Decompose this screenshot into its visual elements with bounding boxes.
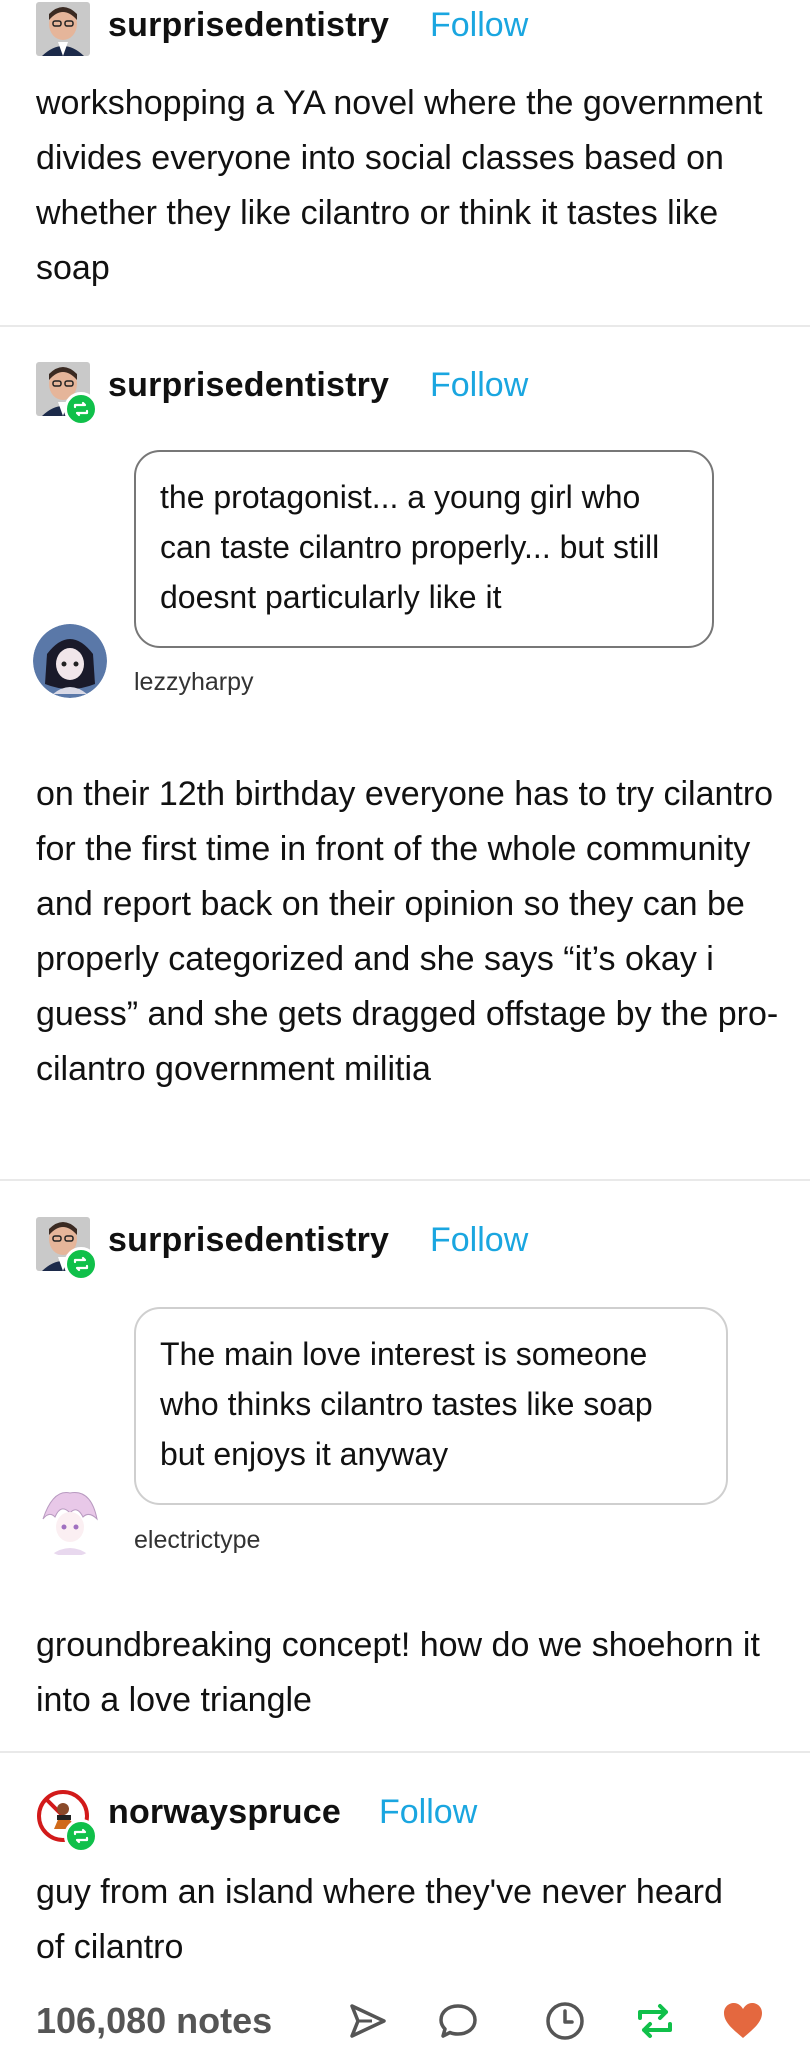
post-3: surprisedentistry Follow The main love i…	[0, 1181, 810, 1751]
asker-avatar[interactable]	[33, 1483, 107, 1557]
username[interactable]: surprisedentistry	[108, 6, 389, 45]
follow-button[interactable]: Follow	[430, 6, 528, 45]
username[interactable]: surprisedentistry	[108, 366, 389, 405]
post-footer: 106,080 notes	[0, 1990, 810, 2054]
asker-name[interactable]: lezzyharpy	[134, 668, 254, 697]
reply-icon[interactable]	[435, 1998, 481, 2044]
reblog-badge-icon	[64, 1247, 98, 1281]
post-body: on their 12th birthday everyone has to t…	[36, 775, 779, 1088]
asker-avatar[interactable]	[33, 624, 107, 698]
post-4: norwayspruce Follow guy from an island w…	[0, 1753, 810, 1988]
post-body: workshopping a YA novel where the govern…	[36, 84, 763, 287]
post-body: guy from an island where they've never h…	[36, 1873, 723, 1966]
username[interactable]: norwayspruce	[108, 1793, 341, 1832]
follow-button[interactable]: Follow	[430, 1221, 528, 1260]
asker-name[interactable]: electrictype	[134, 1526, 260, 1555]
post-2: surprisedentistry Follow the protagonist…	[0, 327, 810, 1179]
ask-bubble: The main love interest is someone who th…	[134, 1307, 728, 1505]
share-icon[interactable]	[344, 1998, 390, 2044]
follow-button[interactable]: Follow	[430, 366, 528, 405]
notes-count[interactable]: 106,080 notes	[36, 2000, 272, 2042]
follow-button[interactable]: Follow	[379, 1793, 477, 1832]
post-1: surprisedentistry Follow workshopping a …	[0, 0, 810, 326]
clock-icon[interactable]	[542, 1998, 588, 2044]
post-body: groundbreaking concept! how do we shoeho…	[36, 1626, 760, 1719]
avatar[interactable]	[36, 2, 90, 56]
reblog-icon[interactable]	[632, 1998, 678, 2044]
ask-bubble: the protagonist... a young girl who can …	[134, 450, 714, 648]
reblog-badge-icon	[64, 392, 98, 426]
like-icon[interactable]	[720, 1998, 766, 2044]
reblog-badge-icon	[64, 1819, 98, 1853]
username[interactable]: surprisedentistry	[108, 1221, 389, 1260]
